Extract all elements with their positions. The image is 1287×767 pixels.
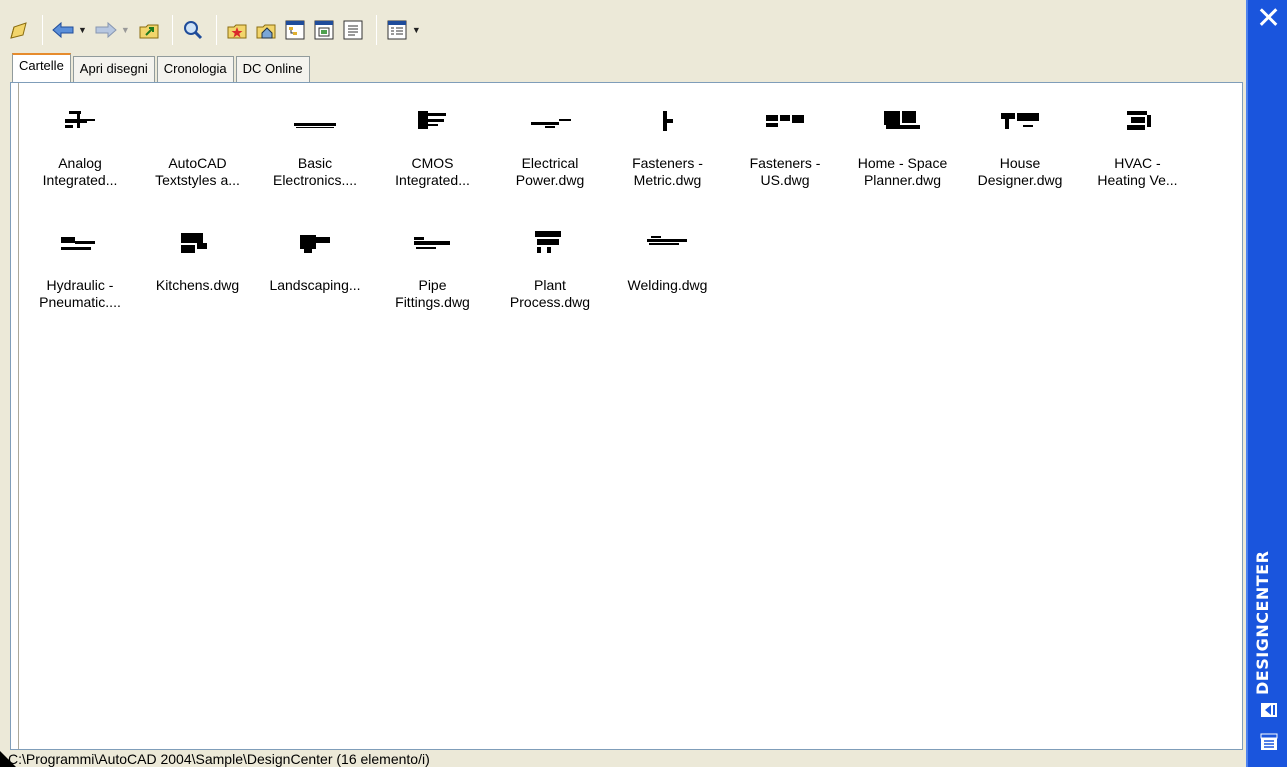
palette-titlebar[interactable]: ✕ DESIGNCENTER xyxy=(1246,0,1287,767)
drawing-thumbnail-icon xyxy=(139,95,257,145)
separator xyxy=(42,15,43,45)
drawing-thumbnail-icon xyxy=(609,95,727,145)
tab-dc-online[interactable]: DC Online xyxy=(235,56,310,82)
file-item-label: Home - Space Planner.dwg xyxy=(857,155,948,188)
drawing-thumbnail-icon xyxy=(374,95,492,145)
file-item[interactable]: Fasteners - US.dwg xyxy=(726,95,844,189)
drawing-thumbnail-icon xyxy=(1079,95,1197,145)
forward-icon[interactable] xyxy=(93,17,119,43)
file-item-label: HVAC - Heating Ve... xyxy=(1097,155,1178,188)
drawing-thumbnail-icon xyxy=(21,217,139,267)
tab-cartelle[interactable]: Cartelle xyxy=(12,53,71,82)
drawing-thumbnail-icon xyxy=(844,95,962,145)
file-item[interactable]: HVAC - Heating Ve... xyxy=(1079,95,1197,189)
separator xyxy=(375,15,377,45)
drawing-thumbnail-icon xyxy=(961,95,1079,145)
drawing-thumbnail-icon xyxy=(256,95,374,145)
file-item-label: Kitchens.dwg xyxy=(155,277,240,293)
file-item-label: CMOS Integrated... xyxy=(395,155,470,188)
file-item[interactable]: Analog Integrated... xyxy=(21,95,139,189)
file-item-label: Pipe Fittings.dwg xyxy=(395,277,470,310)
separator xyxy=(171,15,173,45)
close-icon[interactable]: ✕ xyxy=(1256,4,1281,34)
views-icon[interactable] xyxy=(384,17,410,43)
file-item-label: Fasteners - Metric.dwg xyxy=(632,155,703,188)
home-icon[interactable] xyxy=(253,17,279,43)
toolbar: ▼ ▼ ▼ xyxy=(6,10,427,50)
favorites-icon[interactable] xyxy=(224,17,250,43)
file-item[interactable]: AutoCAD Textstyles a... xyxy=(139,95,257,189)
tab-bar: Cartelle Apri disegni Cronologia DC Onli… xyxy=(12,52,312,82)
file-item-label: Hydraulic - Pneumatic.... xyxy=(39,277,121,310)
load-icon[interactable] xyxy=(6,17,32,43)
drawing-thumbnail-icon xyxy=(374,217,492,267)
search-icon[interactable] xyxy=(180,17,206,43)
content-pane[interactable]: Analog Integrated... AutoCAD Textstyles a… xyxy=(10,82,1243,750)
separator xyxy=(215,15,217,45)
file-item[interactable]: CMOS Integrated... xyxy=(374,95,492,189)
back-icon[interactable] xyxy=(50,17,76,43)
palette-title: DESIGNCENTER xyxy=(1253,550,1272,695)
views-dropdown-icon[interactable]: ▼ xyxy=(412,25,421,35)
tab-cronologia[interactable]: Cronologia xyxy=(156,56,234,82)
item-grid: Analog Integrated... AutoCAD Textstyles a… xyxy=(19,83,1242,749)
file-item[interactable]: Basic Electronics.... xyxy=(256,95,374,189)
drawing-thumbnail-icon xyxy=(609,217,727,267)
file-item[interactable]: Plant Process.dwg xyxy=(491,217,609,311)
pane-divider[interactable] xyxy=(11,83,19,749)
drawing-thumbnail-icon xyxy=(256,217,374,267)
drawing-thumbnail-icon xyxy=(491,217,609,267)
file-item-label: Basic Electronics.... xyxy=(272,155,358,188)
file-item[interactable]: Hydraulic - Pneumatic.... xyxy=(21,217,139,311)
preview-icon[interactable] xyxy=(311,17,337,43)
drawing-thumbnail-icon xyxy=(726,95,844,145)
up-icon[interactable] xyxy=(136,17,162,43)
back-dropdown-icon[interactable]: ▼ xyxy=(78,25,87,35)
resize-grip[interactable] xyxy=(0,751,16,767)
file-item-label: Welding.dwg xyxy=(627,277,708,293)
file-item-label: AutoCAD Textstyles a... xyxy=(155,155,240,188)
file-item[interactable]: Kitchens.dwg xyxy=(139,217,257,294)
tree-view-icon[interactable] xyxy=(282,17,308,43)
file-item-label: Plant Process.dwg xyxy=(509,277,591,310)
file-item[interactable]: Electrical Power.dwg xyxy=(491,95,609,189)
file-item-label: House Designer.dwg xyxy=(977,155,1063,188)
autohide-icon[interactable] xyxy=(1259,700,1279,720)
drawing-thumbnail-icon xyxy=(491,95,609,145)
file-item[interactable]: House Designer.dwg xyxy=(961,95,1079,189)
file-item-label: Electrical Power.dwg xyxy=(515,155,585,188)
tab-apri-disegni[interactable]: Apri disegni xyxy=(72,56,155,82)
forward-dropdown-icon[interactable]: ▼ xyxy=(121,25,130,35)
drawing-thumbnail-icon xyxy=(139,217,257,267)
file-item[interactable]: Welding.dwg xyxy=(609,217,727,294)
file-item[interactable]: Home - Space Planner.dwg xyxy=(844,95,962,189)
file-item[interactable]: Landscaping... xyxy=(256,217,374,294)
file-item[interactable]: Fasteners - Metric.dwg xyxy=(609,95,727,189)
file-item-label: Analog Integrated... xyxy=(42,155,118,188)
file-item[interactable]: Pipe Fittings.dwg xyxy=(374,217,492,311)
properties-icon[interactable] xyxy=(1259,732,1279,752)
description-icon[interactable] xyxy=(340,17,366,43)
status-text: C:\Programmi\AutoCAD 2004\Sample\DesignC… xyxy=(8,751,430,767)
file-item-label: Landscaping... xyxy=(269,277,361,293)
file-item-label: Fasteners - US.dwg xyxy=(749,155,821,188)
drawing-thumbnail-icon xyxy=(21,95,139,145)
